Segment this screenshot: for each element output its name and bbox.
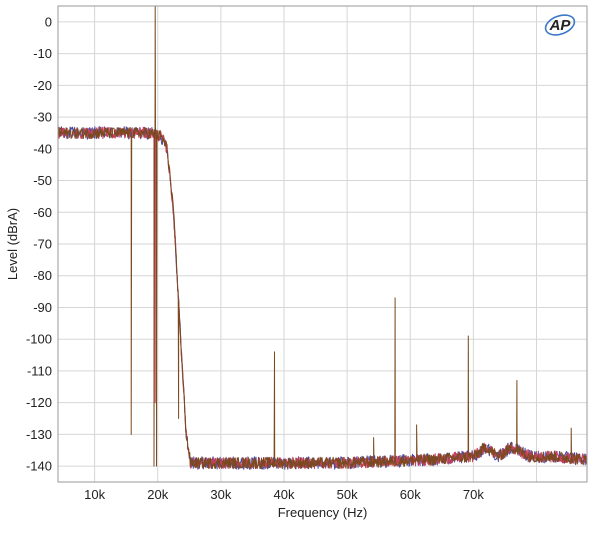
x-tick-label: 30k — [210, 487, 231, 502]
y-tick-label: -60 — [33, 205, 52, 220]
y-tick-label: -80 — [33, 268, 52, 283]
y-tick-label: -110 — [27, 363, 52, 378]
x-tick-label: 70k — [463, 487, 484, 502]
y-tick-label: -90 — [33, 300, 52, 315]
spectrum-chart: 0 -10 -20 -30 -40 -50 -60 -70 -80 -90 -100 -110 -120… — [0, 0, 600, 535]
y-tick-label: -50 — [33, 173, 52, 188]
y-tick-label: -70 — [33, 237, 52, 252]
y-tick-label: -140 — [26, 459, 52, 474]
y-tick-label: -100 — [26, 332, 52, 347]
y-tick-label: -120 — [26, 395, 52, 410]
x-tick-label: 10k — [84, 487, 105, 502]
y-tick-label: 0 — [45, 14, 52, 29]
ap-logo-text: AP — [549, 17, 572, 34]
x-axis-title: Frequency (Hz) — [278, 505, 368, 520]
x-tick-label: 40k — [274, 487, 295, 502]
x-tick-label: 20k — [147, 487, 168, 502]
y-tick-label: -20 — [33, 78, 52, 93]
y-tick-label: -40 — [33, 141, 52, 156]
y-axis-title: Level (dBrA) — [5, 208, 20, 280]
chart-background — [0, 0, 600, 535]
y-tick-label: -10 — [33, 46, 52, 61]
x-tick-label: 60k — [400, 487, 421, 502]
x-tick-label: 50k — [337, 487, 358, 502]
y-tick-label: -130 — [26, 427, 52, 442]
y-tick-label: -30 — [33, 110, 52, 125]
chart-svg: 0 -10 -20 -30 -40 -50 -60 -70 -80 -90 -100 -110 -120… — [0, 0, 600, 535]
